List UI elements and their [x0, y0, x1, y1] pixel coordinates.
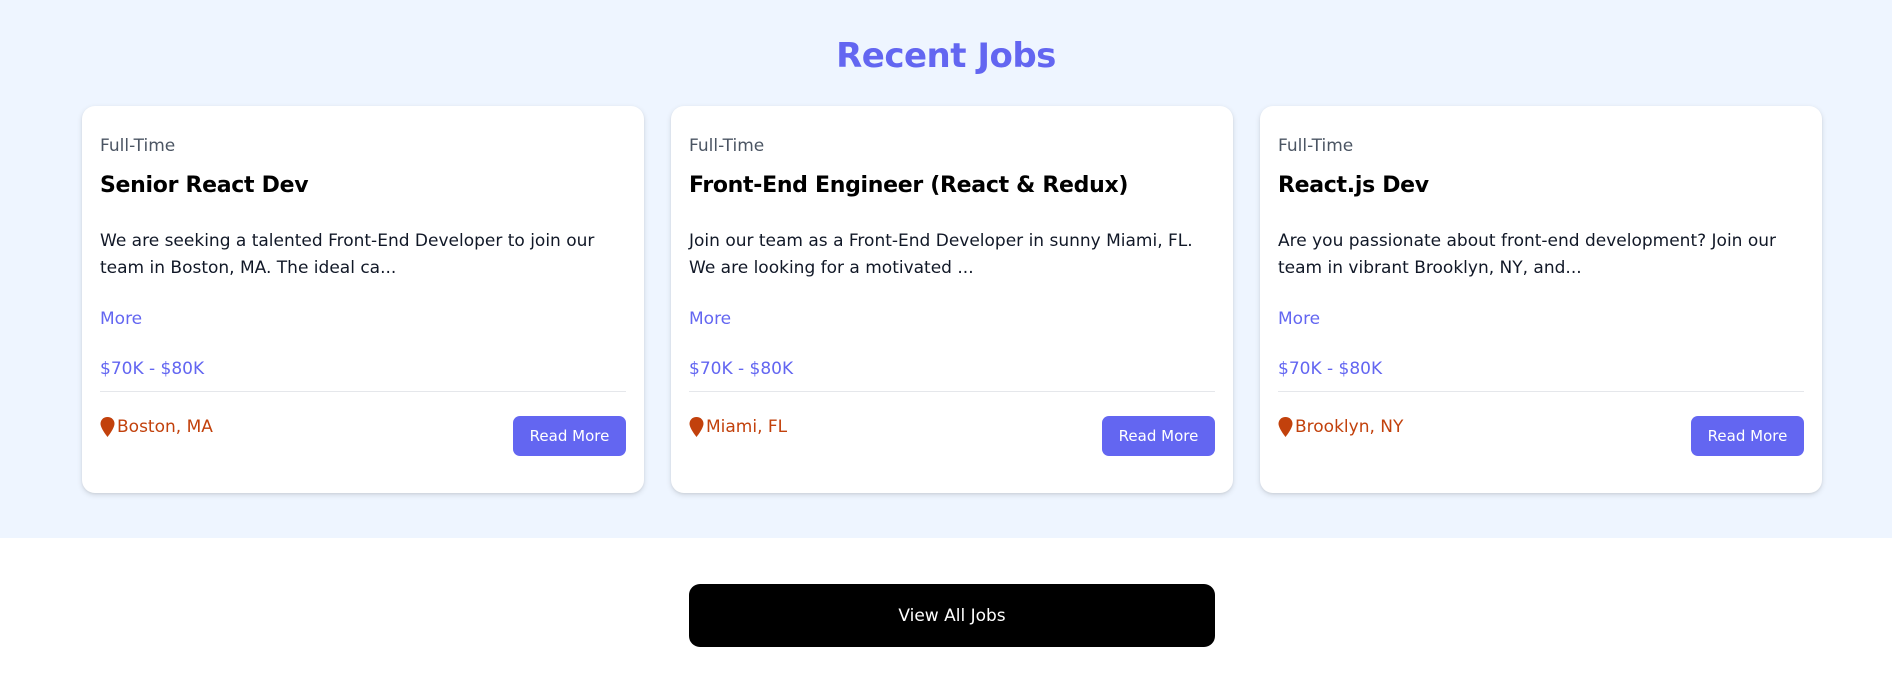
view-all-jobs-button[interactable]: View All Jobs [689, 584, 1215, 647]
job-description: We are seeking a talented Front-End Deve… [100, 231, 595, 278]
section-title: Recent Jobs [836, 36, 1056, 76]
recent-jobs-section: Recent Jobs Full-Time Senior React Dev W… [0, 0, 1892, 538]
job-salary: $70K - $80K [689, 359, 794, 379]
job-description: Join our team as a Front-End Developer i… [689, 231, 1193, 278]
card-divider [1278, 391, 1804, 392]
more-link[interactable]: More [689, 309, 731, 329]
job-location-text: Brooklyn, NY [1295, 417, 1404, 437]
job-location: Miami, FL [689, 417, 787, 437]
job-location: Boston, MA [100, 417, 213, 437]
job-salary: $70K - $80K [100, 359, 205, 379]
job-card: Full-Time Front-End Engineer (React & Re… [671, 106, 1233, 493]
job-location-text: Boston, MA [117, 417, 213, 437]
job-title: Front-End Engineer (React & Redux) [689, 173, 1129, 198]
job-type: Full-Time [1278, 136, 1354, 156]
job-location: Brooklyn, NY [1278, 417, 1403, 437]
job-card: Full-Time Senior React Dev We are seekin… [82, 106, 644, 493]
more-link[interactable]: More [1278, 309, 1320, 329]
job-description: Are you passionate about front-end devel… [1278, 231, 1777, 278]
job-title: Senior React Dev [100, 173, 309, 198]
job-salary: $70K - $80K [1278, 359, 1383, 379]
job-card: Full-Time React.js Dev Are you passionat… [1260, 106, 1822, 493]
read-more-button[interactable]: Read More [513, 416, 626, 456]
card-divider [100, 391, 626, 392]
job-location-text: Miami, FL [706, 417, 788, 437]
card-divider [689, 391, 1215, 392]
job-title: React.js Dev [1278, 173, 1429, 198]
read-more-button[interactable]: Read More [1691, 416, 1804, 456]
map-pin-icon [689, 417, 704, 437]
read-more-button[interactable]: Read More [1102, 416, 1215, 456]
map-pin-icon [1278, 417, 1293, 437]
job-type: Full-Time [100, 136, 176, 156]
map-pin-icon [100, 417, 115, 437]
more-link[interactable]: More [100, 309, 142, 329]
job-type: Full-Time [689, 136, 765, 156]
